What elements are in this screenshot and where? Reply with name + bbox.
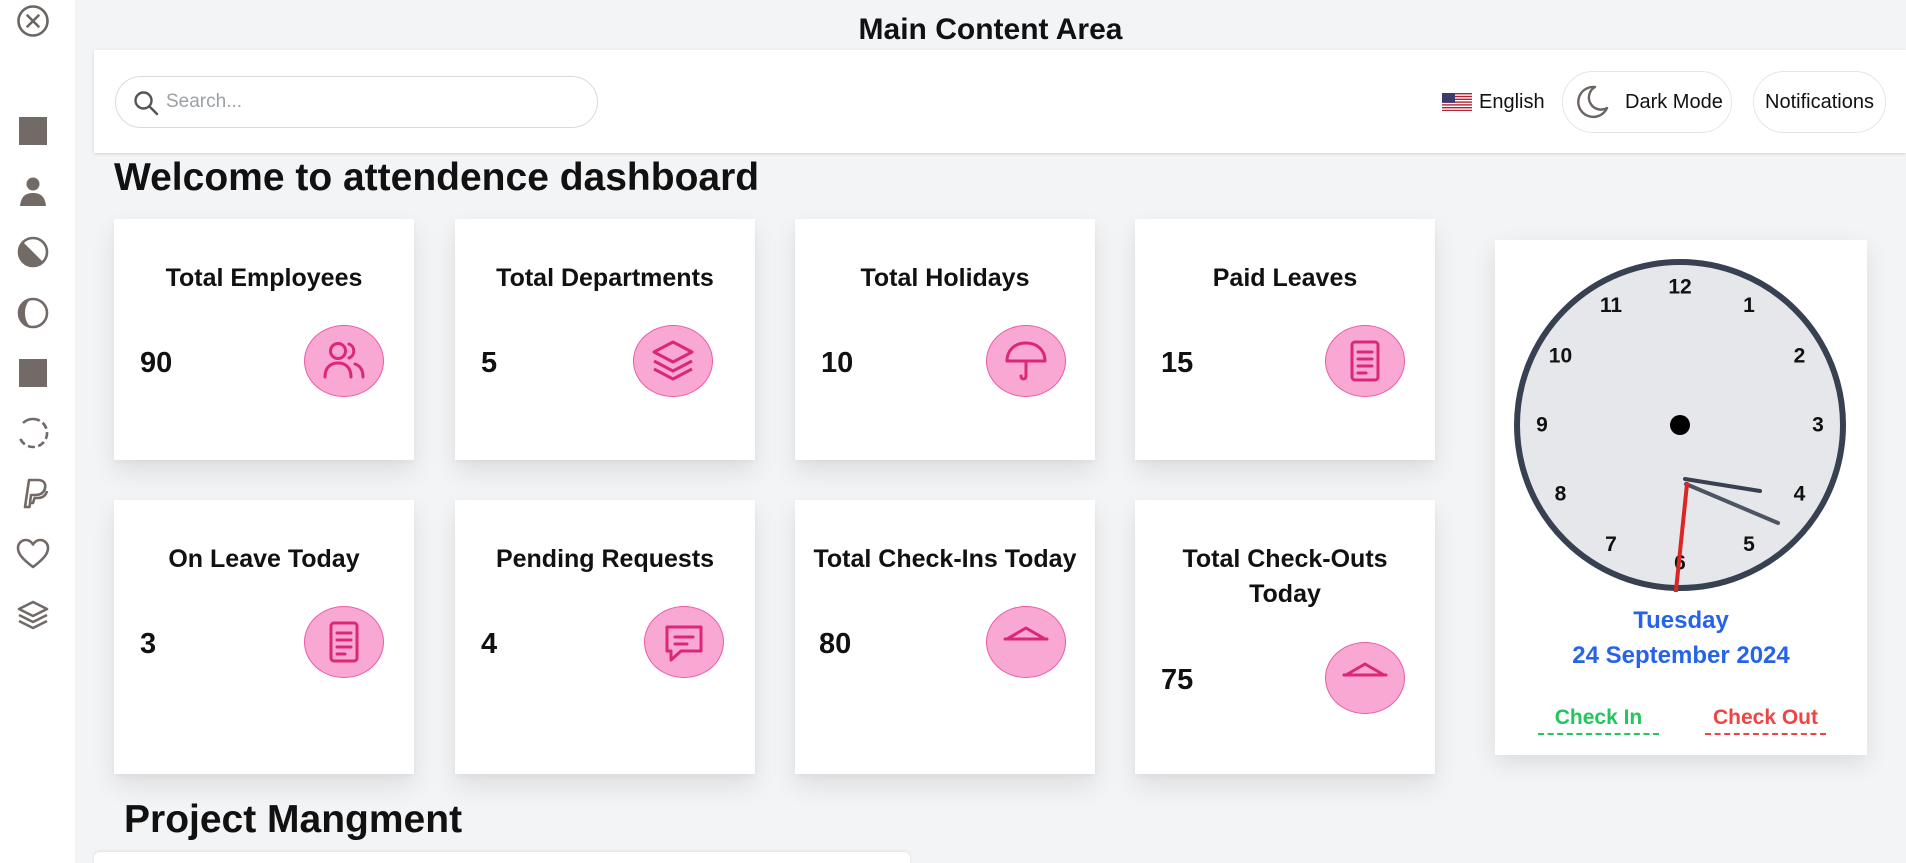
project-panel — [94, 852, 910, 863]
search-icon — [132, 89, 160, 117]
card-title: Total Employees — [165, 264, 363, 292]
sidebar — [0, 0, 75, 863]
stat-card-total-holidays[interactable]: Total Holidays 10 — [795, 219, 1095, 460]
clock-number: 8 — [1555, 483, 1567, 506]
top-header: English Dark Mode Notifications — [94, 50, 1906, 153]
stat-card-total-departments[interactable]: Total Departments 5 — [455, 219, 755, 460]
card-title: Paid Leaves — [1212, 264, 1358, 292]
tent-icon — [1325, 642, 1405, 714]
search-box[interactable] — [115, 76, 598, 128]
layers-icon[interactable] — [14, 596, 52, 634]
dark-mode-label: Dark Mode — [1625, 90, 1723, 113]
users-icon — [304, 325, 384, 397]
clock-day: Tuesday — [1633, 607, 1729, 634]
notifications-button[interactable]: Notifications — [1753, 71, 1886, 133]
clock-number: 3 — [1812, 414, 1824, 437]
card-title: Pending Requests — [495, 545, 715, 573]
card-title: On Leave Today — [168, 545, 360, 573]
card-value: 90 — [140, 347, 173, 379]
stat-card-total-employees[interactable]: Total Employees 90 — [114, 219, 414, 460]
user-icon[interactable] — [14, 172, 52, 210]
close-circle-icon[interactable] — [14, 2, 52, 40]
layers-icon — [633, 325, 713, 397]
analog-clock: 121234567891011 — [1513, 258, 1847, 592]
clock-number: 11 — [1600, 294, 1623, 317]
stat-card-on-leave-today[interactable]: On Leave Today 3 — [114, 500, 414, 774]
page-title: Main Content Area — [858, 13, 1123, 46]
clock-number: 9 — [1536, 414, 1548, 437]
tent-icon — [986, 606, 1066, 678]
paypal-icon[interactable] — [14, 474, 52, 512]
clock-date: 24 September 2024 — [1572, 642, 1790, 669]
language-label: English — [1479, 90, 1545, 113]
check-in-button[interactable]: Check In — [1538, 706, 1659, 735]
card-title: Total Departments — [496, 264, 714, 292]
umbrella-icon — [986, 325, 1066, 397]
clock-number: 1 — [1743, 294, 1755, 317]
message-icon — [644, 606, 724, 678]
check-out-button[interactable]: Check Out — [1705, 706, 1826, 735]
search-input[interactable] — [166, 77, 586, 127]
clock-number: 2 — [1794, 345, 1806, 368]
card-title: Total Holidays — [860, 264, 1030, 292]
clock-card: 121234567891011 Tuesday 24 September 202… — [1495, 240, 1867, 755]
stat-card-total-check-ins-today[interactable]: Total Check-Ins Today 80 — [795, 500, 1095, 774]
square-icon[interactable] — [14, 354, 52, 392]
heart-icon[interactable] — [14, 535, 52, 573]
card-value: 15 — [1161, 347, 1194, 379]
moon-icon — [1573, 83, 1611, 121]
card-value: 80 — [819, 628, 852, 660]
card-value: 10 — [821, 347, 854, 379]
clock-number: 5 — [1743, 533, 1755, 556]
clock-center-dot — [1670, 415, 1690, 435]
language-selector[interactable]: English — [1442, 90, 1545, 114]
clock-number: 12 — [1668, 276, 1691, 299]
stat-card-pending-requests[interactable]: Pending Requests 4 — [455, 500, 755, 774]
card-value: 4 — [481, 628, 498, 660]
document-icon — [1325, 325, 1405, 397]
dark-mode-button[interactable]: Dark Mode — [1562, 71, 1732, 133]
clock-number: 4 — [1794, 483, 1806, 506]
stat-card-paid-leaves[interactable]: Paid Leaves 15 — [1135, 219, 1435, 460]
card-title: Total Check-Outs Today — [1182, 545, 1388, 608]
card-value: 3 — [140, 628, 157, 660]
half-moon-icon[interactable] — [14, 294, 52, 332]
us-flag-icon — [1442, 93, 1472, 111]
stat-card-total-check-outs-today[interactable]: Total Check-Outs Today 75 — [1135, 500, 1435, 774]
card-value: 5 — [481, 347, 498, 379]
welcome-heading: Welcome to attendence dashboard — [114, 156, 760, 199]
notifications-label: Notifications — [1765, 90, 1874, 113]
document-icon — [304, 606, 384, 678]
square-icon[interactable] — [14, 112, 52, 150]
card-value: 75 — [1161, 664, 1194, 696]
card-title: Total Check-Ins Today — [813, 545, 1077, 573]
half-circle-icon[interactable] — [14, 233, 52, 271]
clock-number: 7 — [1605, 533, 1617, 556]
project-management-heading: Project Mangment — [124, 798, 463, 841]
loader-icon[interactable] — [14, 414, 52, 452]
clock-number: 10 — [1549, 345, 1572, 368]
